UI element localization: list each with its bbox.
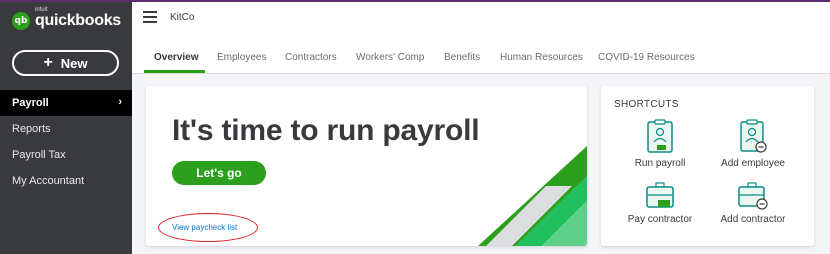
tab-workers-comp[interactable]: Workers' Comp [356, 52, 424, 63]
sidebar-item-label: Reports [12, 123, 51, 135]
sidebar-item-label: Payroll [12, 97, 49, 109]
shortcut-label: Run payroll [634, 158, 686, 169]
chevron-right-icon: › [118, 96, 122, 108]
tab-covid-19-resources[interactable]: COVID-19 Resources [598, 52, 695, 63]
sidebar-item-label: My Accountant [12, 175, 85, 187]
quickbooks-logo-icon: qb [12, 12, 30, 30]
shortcut-label: Add contractor [720, 214, 786, 225]
brand-intuit: intuit [35, 7, 48, 13]
pay-contractor-icon [646, 182, 674, 208]
shortcut-pay-contractor[interactable]: Pay contractor [615, 179, 705, 225]
shortcut-run-payroll[interactable]: Run payroll [615, 119, 705, 169]
sidebar: qb intuit quickbooks + New Payroll › Rep… [0, 2, 132, 254]
sidebar-item-payroll-tax[interactable]: Payroll Tax [0, 142, 132, 168]
new-button[interactable]: + New [12, 50, 119, 76]
top-header: KitCo [132, 2, 830, 34]
brand-name: quickbooks [35, 12, 121, 29]
view-paycheck-list-link[interactable]: View paycheck list [172, 223, 237, 232]
shortcut-add-employee[interactable]: Add employee [708, 119, 798, 169]
plus-icon: + [43, 54, 53, 71]
lets-go-button[interactable]: Let's go [172, 161, 266, 185]
brand-text: intuit quickbooks [35, 7, 121, 30]
company-name: KitCo [170, 12, 195, 23]
sidebar-item-reports[interactable]: Reports [0, 116, 132, 142]
tab-human-resources[interactable]: Human Resources [500, 52, 583, 63]
brand[interactable]: qb intuit quickbooks [12, 7, 121, 32]
shortcut-add-contractor[interactable]: Add contractor [708, 179, 798, 225]
tab-employees[interactable]: Employees [217, 52, 266, 63]
sidebar-nav: Payroll › Reports Payroll Tax My Account… [0, 90, 132, 194]
add-contractor-icon [738, 182, 768, 210]
sidebar-item-my-accountant[interactable]: My Accountant [0, 168, 132, 194]
tab-benefits[interactable]: Benefits [444, 52, 480, 63]
new-button-label: New [60, 55, 88, 71]
shortcut-label: Pay contractor [627, 214, 693, 225]
sidebar-item-payroll[interactable]: Payroll › [0, 90, 132, 116]
page-title: It's time to run payroll [172, 114, 480, 147]
tab-contractors[interactable]: Contractors [285, 52, 337, 63]
tab-overview[interactable]: Overview [154, 52, 198, 63]
decorative-stripes [478, 146, 587, 246]
hamburger-menu-icon[interactable] [143, 11, 157, 23]
active-tab-indicator [144, 70, 205, 73]
shortcuts-title: SHORTCUTS [614, 99, 679, 110]
tab-bar: Overview Employees Contractors Workers' … [132, 34, 830, 74]
add-employee-icon [740, 119, 767, 153]
sidebar-item-label: Payroll Tax [12, 149, 66, 161]
run-payroll-icon [647, 119, 673, 153]
shortcut-label: Add employee [721, 158, 785, 169]
run-payroll-card: It's time to run payroll Let's go View p… [146, 86, 587, 246]
shortcuts-card: SHORTCUTS Run payroll Add employee Pay c… [601, 86, 814, 246]
